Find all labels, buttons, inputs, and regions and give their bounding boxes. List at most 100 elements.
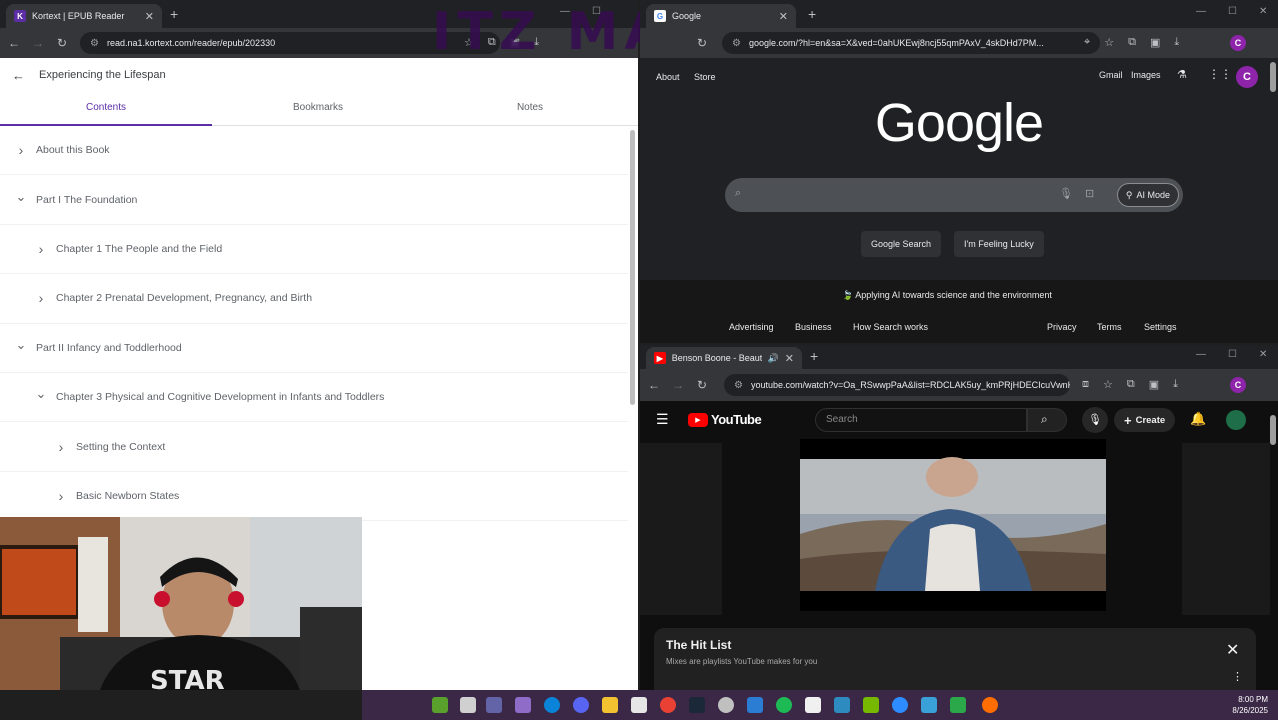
taskbar-app-18-icon[interactable] <box>921 697 937 713</box>
new-tab-icon[interactable]: + <box>810 348 818 364</box>
downloads-icon[interactable]: ⤓ <box>1174 36 1179 49</box>
back-icon[interactable]: ← <box>642 378 666 392</box>
close-window-icon[interactable]: ✕ <box>1259 349 1267 360</box>
chevron-right-icon[interactable]: › <box>54 439 68 455</box>
notifications-bell-icon[interactable]: 🔔 <box>1190 411 1206 427</box>
apps-grid-icon[interactable]: ⋮⋮ <box>1208 67 1232 81</box>
create-button[interactable]: + Create <box>1114 408 1176 432</box>
promo-text[interactable]: 🍃 Applying AI towards science and the en… <box>842 290 1052 301</box>
toc-item[interactable]: ⌄ Chapter 3 Physical and Cognitive Develo… <box>0 373 628 423</box>
labs-flask-icon[interactable]: ⚗ <box>1177 68 1187 81</box>
google-tab[interactable]: G Google ✕ <box>646 4 796 28</box>
google-address-bar[interactable]: ⚙ google.com/?hl=en&sa=X&ved=0ahUKEwj8nc… <box>722 32 1100 54</box>
youtube-logo[interactable]: ▶ YouTube <box>688 412 762 427</box>
google-search-button[interactable]: Google Search <box>861 231 942 257</box>
toc-item[interactable]: › About this Book <box>0 126 628 176</box>
lens-camera-icon[interactable]: ⊡ <box>1085 187 1094 200</box>
obs-icon[interactable] <box>718 697 734 713</box>
chevron-down-icon[interactable]: ⌄ <box>34 386 48 402</box>
tab-contents[interactable]: Contents <box>0 92 212 126</box>
close-tab-icon[interactable]: ✕ <box>779 10 788 23</box>
toc-item[interactable]: ⌄ Part I The Foundation <box>0 175 628 225</box>
zoom-icon[interactable] <box>892 697 908 713</box>
profile-avatar[interactable]: C <box>1230 377 1246 393</box>
how-search-works-link[interactable]: How Search works <box>853 322 928 332</box>
youtube-search-input[interactable]: Search <box>815 408 1027 432</box>
taskbar-app-2-icon[interactable] <box>460 697 476 713</box>
extensions-icon[interactable]: ⧉ <box>1127 378 1135 391</box>
google-search-box[interactable]: ⌕ 🎙 ⊡ ⚲ AI Mode <box>725 178 1183 212</box>
new-tab-icon[interactable]: + <box>170 6 178 22</box>
advertising-link[interactable]: Advertising <box>729 322 774 332</box>
youtube-search-button[interactable]: ⌕ <box>1027 408 1067 432</box>
back-icon[interactable]: ← <box>2 36 26 50</box>
location-icon[interactable]: ⌖ <box>1084 36 1090 49</box>
settings-link[interactable]: Settings <box>1144 322 1177 332</box>
toc-item[interactable]: › Chapter 2 Prenatal Development, Pregnan… <box>0 274 628 324</box>
terms-link[interactable]: Terms <box>1097 322 1122 332</box>
split-view-icon[interactable]: ▣ <box>1149 378 1159 391</box>
close-tab-icon[interactable]: ✕ <box>145 10 154 23</box>
taskbar-app-12-icon[interactable] <box>747 697 763 713</box>
kortext-tab[interactable]: K Kortext | EPUB Reader ✕ <box>6 4 162 28</box>
discord-icon[interactable] <box>573 697 589 713</box>
toc-scrollbar[interactable] <box>630 130 635 405</box>
taskbar-app-14-icon[interactable] <box>805 697 821 713</box>
forward-icon[interactable]: → <box>666 378 690 392</box>
close-window-icon[interactable]: ✕ <box>1259 6 1267 17</box>
site-info-icon[interactable]: ⚙ <box>90 38 99 49</box>
toc-item[interactable]: › Setting the Context <box>0 422 628 472</box>
chevron-right-icon[interactable]: › <box>14 142 28 158</box>
toc-item[interactable]: › Chapter 1 The People and the Field <box>0 225 628 275</box>
toc-item[interactable]: › Basic Newborn States <box>0 472 628 522</box>
youtube-address-bar[interactable]: ⚙ youtube.com/watch?v=Oa_RSwwpPaA&list=R… <box>724 374 1070 396</box>
tab-notes[interactable]: Notes <box>424 92 636 126</box>
teams-icon[interactable] <box>486 697 502 713</box>
minimize-icon[interactable]: — <box>1196 349 1206 360</box>
youtube-scrollbar[interactable] <box>1270 415 1276 445</box>
reload-icon[interactable]: ↻ <box>690 378 714 392</box>
images-link[interactable]: Images <box>1131 70 1161 80</box>
chevron-right-icon[interactable]: › <box>34 290 48 306</box>
youtube-tab[interactable]: ▶ Benson Boone - Beautiful T 🔊 ✕ <box>646 347 802 369</box>
chevron-down-icon[interactable]: ⌄ <box>14 337 28 353</box>
extensions-icon[interactable]: ⧉ <box>1128 36 1136 49</box>
taskbar-app-19-icon[interactable] <box>950 697 966 713</box>
bookmark-star-icon[interactable]: ☆ <box>1104 36 1114 49</box>
taskbar-app-4-icon[interactable] <box>515 697 531 713</box>
taskbar-clock[interactable]: 8:00 PM 8/26/2025 <box>1232 694 1268 716</box>
more-options-icon[interactable]: ⋮ <box>1232 670 1243 683</box>
menu-hamburger-icon[interactable]: ☰ <box>656 411 669 428</box>
reload-icon[interactable]: ↻ <box>50 36 74 50</box>
google-account-avatar[interactable]: C <box>1236 66 1258 88</box>
taskbar-app-15-icon[interactable] <box>834 697 850 713</box>
store-link[interactable]: Store <box>694 72 716 82</box>
maximize-icon[interactable]: ☐ <box>1228 349 1237 360</box>
voice-search-icon[interactable]: 🎙 <box>1082 407 1108 433</box>
new-tab-icon[interactable]: + <box>808 6 816 22</box>
file-explorer-icon[interactable] <box>602 697 618 713</box>
taskbar-app-8-icon[interactable] <box>631 697 647 713</box>
spotify-icon[interactable] <box>776 697 792 713</box>
steam-icon[interactable] <box>689 697 705 713</box>
feeling-lucky-button[interactable]: I'm Feeling Lucky <box>954 231 1044 257</box>
edge-icon[interactable] <box>544 697 560 713</box>
chrome-icon[interactable] <box>660 697 676 713</box>
firefox-icon[interactable] <box>982 697 998 713</box>
taskbar-app-1-icon[interactable] <box>432 697 448 713</box>
nvidia-icon[interactable] <box>863 697 879 713</box>
site-info-icon[interactable]: ⚙ <box>734 380 743 391</box>
split-view-icon[interactable]: ▣ <box>1150 36 1160 49</box>
ai-mode-button[interactable]: ⚲ AI Mode <box>1116 183 1179 207</box>
microphone-icon[interactable]: 🎙 <box>1059 187 1073 200</box>
bookmark-star-icon[interactable]: ☆ <box>1103 378 1113 391</box>
maximize-icon[interactable]: ☐ <box>1228 6 1237 17</box>
tab-bookmarks[interactable]: Bookmarks <box>212 92 424 126</box>
profile-avatar[interactable]: C <box>1230 35 1246 51</box>
toc-item[interactable]: ⌄ Part II Infancy and Toddlerhood <box>0 324 628 373</box>
business-link[interactable]: Business <box>795 322 832 332</box>
about-link[interactable]: About <box>656 72 680 82</box>
privacy-link[interactable]: Privacy <box>1047 322 1077 332</box>
video-player[interactable] <box>640 439 1270 617</box>
minimize-icon[interactable]: — <box>1196 6 1206 17</box>
